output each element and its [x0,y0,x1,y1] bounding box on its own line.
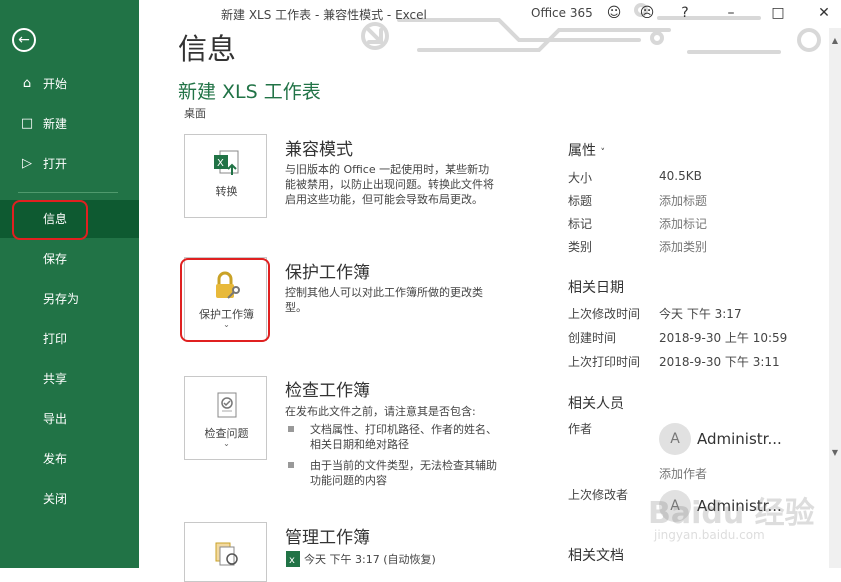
close-icon[interactable]: ✕ [815,4,833,22]
nav-print[interactable]: 打印 [0,320,139,358]
office-365-label[interactable]: Office 365 [531,6,593,20]
scroll-down-icon[interactable]: ▼ [829,448,841,457]
prop-size-label: 大小 [568,171,593,185]
nav-share-label: 共享 [43,372,68,386]
frown-icon[interactable]: ☹ [638,4,656,22]
nav-publish[interactable]: 发布 [0,440,139,478]
nav-new-label: 新建 [43,117,68,131]
last-modified-by-label: 上次修改者 [568,488,629,502]
folder-icon: ▷ [22,156,32,171]
properties-heading-label: 属性 [568,143,596,159]
nav-new[interactable]: □ 新建 [0,105,139,143]
maximize-icon[interactable]: □ [769,4,787,22]
red-highlight-annotation [180,258,270,342]
nav-print-label: 打印 [43,332,68,346]
sidebar-divider [18,192,118,193]
protect-heading: 保护工作簿 [285,263,370,283]
nav-export[interactable]: 导出 [0,400,139,438]
new-doc-icon: □ [20,116,34,131]
page-title: 信息 [178,32,237,66]
svg-text:X: X [217,158,224,169]
properties-heading[interactable]: 属性 ˅ [568,140,605,160]
last-printed-label: 上次打印时间 [568,355,641,369]
autosave-version[interactable]: 今天 下午 3:17 (自动恢复) [304,552,514,567]
author-name[interactable]: Administr... [697,430,782,448]
inspect-document-icon [217,392,237,418]
avatar: A [659,423,691,455]
svg-text:x: x [289,555,295,566]
inspect-heading: 检查工作簿 [285,381,370,401]
last-modified-value: 今天 下午 3:17 [659,307,742,321]
backstage-sidebar: ← ⌂ 开始 □ 新建 ▷ 打开 信息 保存 另存为 打印 共享 导出 发布 关… [0,0,139,568]
watermark-url: jingyan.baidu.com [654,528,765,542]
prop-title-input[interactable]: 添加标题 [659,192,707,209]
watermark-text: Baidu 经验 [648,496,815,531]
nav-save-label: 保存 [43,252,68,266]
chevron-down-icon: ⌄ [223,439,230,448]
title-bar: 新建 XLS 工作表 - 兼容性模式 - Excel Office 365 ☺ … [139,0,841,28]
author-label: 作者 [568,422,593,436]
created-value: 2018-9-30 上午 10:59 [659,331,788,345]
red-highlight-annotation [12,200,88,240]
window-title: 新建 XLS 工作表 - 兼容性模式 - Excel [221,8,427,22]
minimize-icon[interactable]: – [722,4,740,22]
scroll-up-icon[interactable]: ▲ [829,36,841,45]
manage-workbook-button[interactable] [184,522,267,582]
prop-tags-input[interactable]: 添加标记 [659,215,707,232]
protect-description: 控制其他人可以对此工作簿所做的更改类型。 [285,286,483,314]
nav-publish-label: 发布 [43,452,68,466]
nav-open[interactable]: ▷ 打开 [0,145,139,183]
smiley-icon[interactable]: ☺ [605,4,623,22]
bullet-square-icon [288,462,294,468]
excel-file-icon: x [286,551,300,567]
nav-home-label: 开始 [43,77,68,91]
people-heading: 相关人员 [568,396,624,412]
home-icon: ⌂ [22,76,32,91]
prop-category-label: 类别 [568,240,593,254]
prop-tags-label: 标记 [568,217,593,231]
related-docs-heading: 相关文档 [568,548,624,564]
file-title: 新建 XLS 工作表 [178,81,321,103]
convert-button-label: 转换 [215,185,238,198]
manage-document-icon [215,542,238,566]
nav-open-label: 打开 [43,157,68,171]
created-label: 创建时间 [568,331,617,345]
inspect-bullet-text: 由于当前的文件类型，无法检查其辅助功能问题的内容 [310,459,497,487]
nav-save-as-label: 另存为 [43,292,80,306]
compat-heading: 兼容模式 [285,140,353,160]
dates-heading: 相关日期 [568,280,624,296]
nav-share[interactable]: 共享 [0,360,139,398]
nav-home[interactable]: ⌂ 开始 [0,65,139,103]
excel-convert-icon: X [214,150,239,175]
prop-size-value: 40.5KB [659,169,702,183]
inspect-description: 在发布此文件之前，请注意其是否包含: [285,405,476,418]
nav-close[interactable]: 关闭 [0,480,139,518]
inspect-bullet-text: 文档属性、打印机路径、作者的姓名、相关日期和绝对路径 [310,423,497,451]
nav-close-label: 关闭 [43,492,68,506]
check-issues-button[interactable]: 检查问题 ⌄ [184,376,267,460]
prop-title-label: 标题 [568,194,593,208]
chevron-down-icon: ˅ [600,148,605,158]
back-arrow-icon[interactable]: ← [12,28,36,52]
convert-button[interactable]: X 转换 [184,134,267,218]
last-modified-label: 上次修改时间 [568,307,641,321]
nav-save-as[interactable]: 另存为 [0,280,139,318]
nav-save[interactable]: 保存 [0,240,139,278]
baidu-watermark: Baidu 经验 jingyan.baidu.com [648,470,838,560]
help-icon[interactable]: ? [676,4,694,22]
manage-heading: 管理工作簿 [285,528,370,548]
compat-description: 与旧版本的 Office 一起使用时，某些新功能被禁用，以防止出现问题。转换此文… [285,163,494,206]
bullet-square-icon [288,426,294,432]
last-printed-value: 2018-9-30 下午 3:11 [659,355,780,369]
prop-category-input[interactable]: 添加类别 [659,238,707,255]
nav-export-label: 导出 [43,412,68,426]
file-location[interactable]: 桌面 [184,105,206,121]
